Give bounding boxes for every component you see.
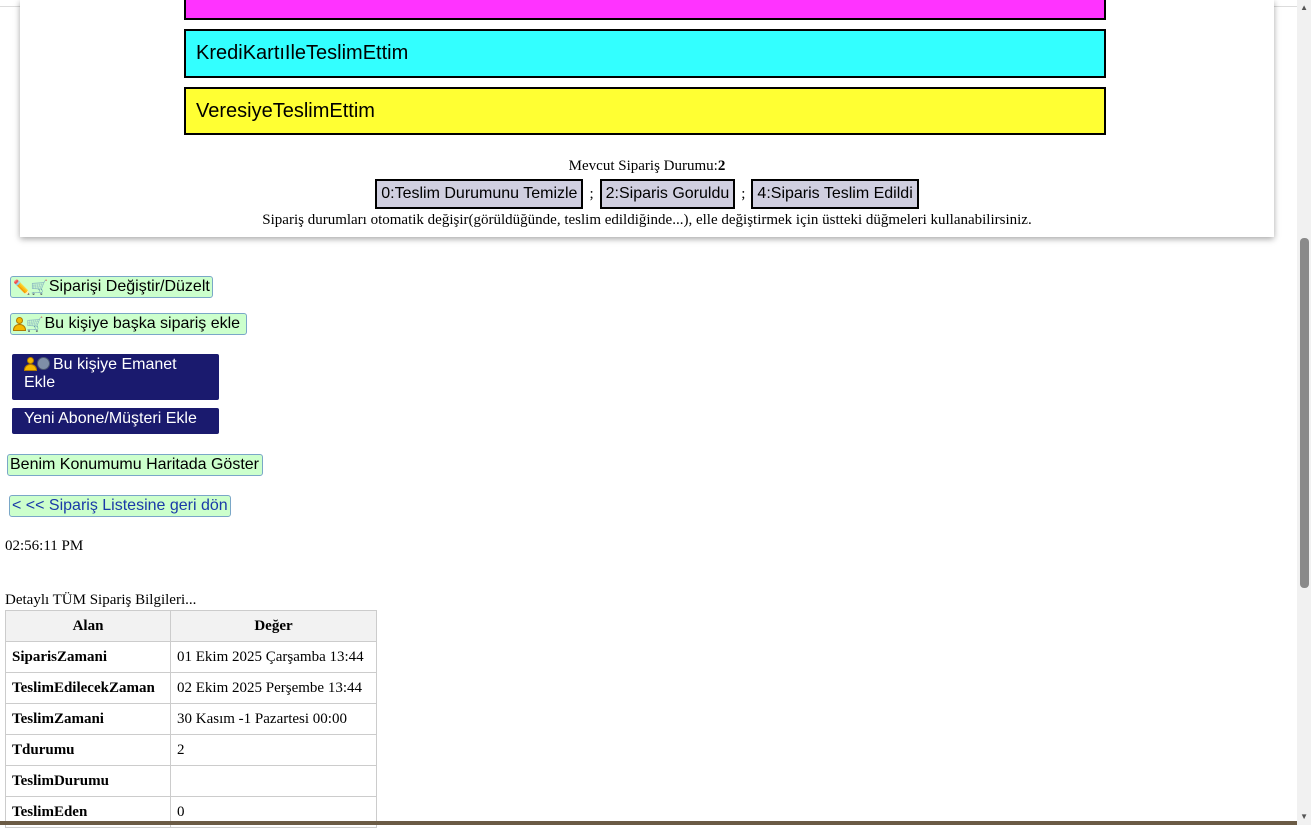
credit-delivered-button[interactable]: VeresiyeTeslimEttim (184, 87, 1106, 135)
edit-order-button[interactable]: ✏️ 🛒 Siparişi Değiştir/Düzelt (10, 276, 213, 298)
credit-card-delivered-label: KrediKartıIleTeslimEttim (196, 42, 409, 64)
table-header-row: Alan Değer (5, 610, 377, 642)
add-order-button[interactable]: 🛒 Bu kişiye başka sipariş ekle (10, 313, 247, 335)
order-details-table: Alan Değer SiparisZamani 01 Ekim 2025 Çar… (5, 610, 377, 828)
header-field: Alan (5, 610, 171, 642)
current-status-label: Mevcut Sipariş Durumu: (568, 158, 718, 174)
back-to-list-button[interactable]: < << Sipariş Listesine geri dön (9, 495, 231, 517)
scrollbar-thumb[interactable] (1300, 238, 1309, 588)
add-deposit-button[interactable]: Bu kişiye Emanet Ekle (12, 354, 219, 400)
row-key: Tdurumu (5, 734, 171, 766)
credit-delivered-label: VeresiyeTeslimEttim (196, 99, 375, 122)
vertical-scrollbar[interactable]: ▲ ▼ (1297, 0, 1311, 825)
clear-status-button[interactable]: 0:Teslim Durumunu Temizle (375, 179, 584, 209)
current-time: 02:56:11 PM (5, 538, 84, 554)
status-button-magenta[interactable] (184, 0, 1106, 20)
cart-icon: 🛒 (26, 315, 44, 332)
current-status-value: 2 (717, 158, 726, 174)
row-value: 30 Kasım -1 Pazartesi 00:00 (170, 703, 377, 735)
row-key: TeslimDurumu (5, 765, 171, 797)
table-row: SiparisZamani 01 Ekim 2025 Çarşamba 13:44 (5, 641, 377, 673)
pencil-icon: ✏️ (13, 278, 31, 295)
header-value: Değer (170, 610, 377, 642)
table-row: TeslimZamani 30 Kasım -1 Pazartesi 00:00 (5, 703, 377, 735)
show-location-button[interactable]: Benim Konumumu Haritada Göster (7, 454, 263, 476)
row-value: 01 Ekim 2025 Çarşamba 13:44 (170, 641, 377, 673)
scroll-down-arrow-icon[interactable]: ▼ (1300, 812, 1308, 821)
order-status-card: KrediKartıIleTeslimEttim VeresiyeTeslimE… (20, 0, 1274, 237)
bottom-background-strip (0, 821, 1297, 825)
separator: ; (741, 185, 746, 202)
row-key: SiparisZamani (5, 641, 171, 673)
new-customer-button[interactable]: Yeni Abone/Müşteri Ekle (12, 408, 219, 434)
scroll-up-arrow-icon[interactable]: ▲ (1300, 3, 1308, 12)
details-caption: Detaylı TÜM Sipariş Bilgileri... (5, 592, 197, 608)
cart-icon: 🛒 (30, 278, 48, 295)
row-value: 2 (170, 734, 377, 766)
state-buttons-row: 0:Teslim Durumunu Temizle ; 2:Siparis Go… (20, 179, 1274, 209)
add-order-label: Bu kişiye başka sipariş ekle (44, 315, 241, 332)
person-icon (24, 357, 37, 371)
row-value: 02 Ekim 2025 Perşembe 13:44 (170, 672, 377, 704)
order-delivered-button[interactable]: 4:Siparis Teslim Edildi (751, 179, 919, 209)
row-key: TeslimZamani (5, 703, 171, 735)
row-key: TeslimEdilecekZaman (5, 672, 171, 704)
table-row: TeslimEdilecekZaman 02 Ekim 2025 Perşembe… (5, 672, 377, 704)
order-seen-button[interactable]: 2:Siparis Goruldu (599, 179, 736, 209)
current-status: Mevcut Sipariş Durumu:2 (20, 158, 1274, 175)
table-row: Tdurumu 2 (5, 734, 377, 766)
credit-card-delivered-button[interactable]: KrediKartıIleTeslimEttim (184, 29, 1106, 78)
table-row: TeslimDurumu (5, 765, 377, 797)
separator: ; (589, 185, 594, 202)
edit-order-label: Siparişi Değiştir/Düzelt (48, 278, 210, 295)
coin-icon (37, 357, 50, 370)
status-note: Sipariş durumları otomatik değişir(görül… (262, 212, 1032, 228)
row-value (170, 765, 377, 797)
person-icon (13, 317, 26, 331)
